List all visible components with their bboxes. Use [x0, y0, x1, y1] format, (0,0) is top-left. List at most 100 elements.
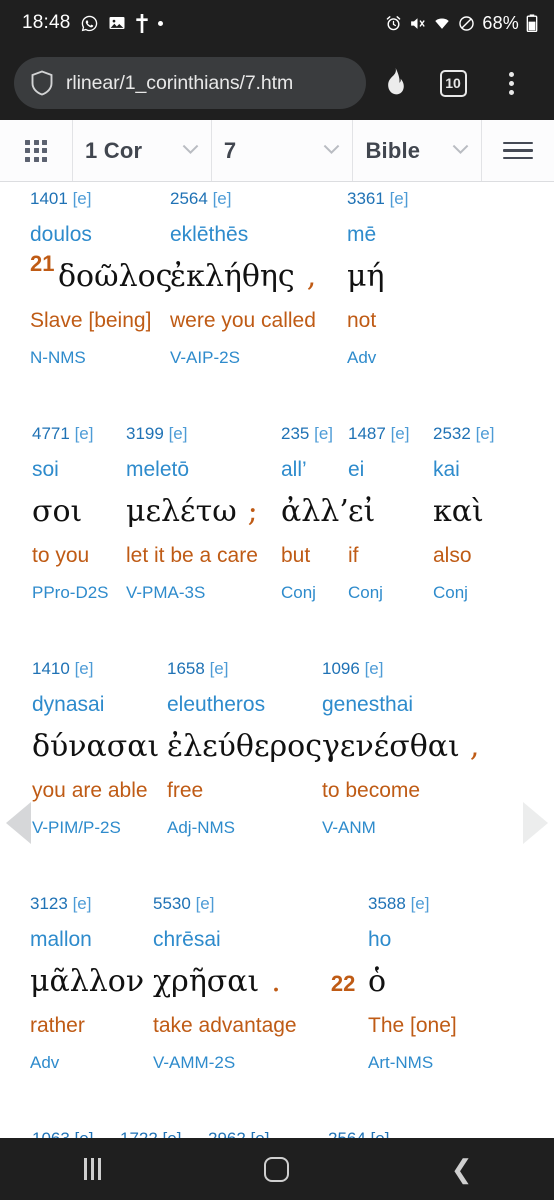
parsing-code[interactable]: N-NMS	[30, 341, 86, 375]
chevron-down-icon[interactable]	[323, 143, 340, 158]
greek-word[interactable]: μελέτω	[126, 488, 237, 536]
transliteration[interactable]: kai	[433, 451, 460, 488]
interlinear-word[interactable]: 3123 [e] mallon μᾶλλον rather Adv	[30, 887, 153, 1080]
next-chapter-arrow[interactable]	[523, 802, 548, 844]
greek-word[interactable]: μή	[347, 253, 384, 301]
strongs-number[interactable]: 235 [e]	[281, 417, 333, 451]
strongs-number[interactable]: 1401 [e]	[30, 182, 91, 216]
parsing-code[interactable]: V-PMA-3S	[126, 576, 205, 610]
parsing-code[interactable]: Art-NMS	[368, 1046, 433, 1080]
kebab-menu-icon[interactable]	[508, 71, 514, 95]
parsing-code[interactable]: Conj	[281, 576, 316, 610]
strongs-number[interactable]: 2564 [e]	[170, 182, 231, 216]
parsing-code[interactable]: V-PIM/P-2S	[32, 811, 121, 845]
chevron-down-icon[interactable]	[452, 143, 469, 158]
transliteration[interactable]: dynasai	[32, 686, 104, 723]
strongs-number[interactable]: 3199 [e]	[126, 417, 187, 451]
transliteration[interactable]: eleutheros	[167, 686, 265, 723]
back-icon[interactable]: ❮	[451, 1156, 473, 1182]
interlinear-word[interactable]: 1487 [e] ei εἰ if Conj	[348, 417, 433, 610]
wifi-icon	[433, 15, 451, 32]
parsing-code[interactable]: Adv	[347, 341, 376, 375]
interlinear-word[interactable]: 5530 [e] chrēsai χρῆσαι . 22 take advant…	[153, 887, 368, 1080]
back-button[interactable]: ❮	[407, 1138, 517, 1200]
book-selector[interactable]: 1 Cor	[73, 120, 212, 181]
transliteration[interactable]: ho	[368, 921, 391, 958]
strongs-number[interactable]: 3361 [e]	[347, 182, 408, 216]
greek-word[interactable]: ἀλλ’	[281, 488, 349, 536]
interlinear-content[interactable]: 1401 [e] doulos 21 δοῶλος Slave [being] …	[0, 182, 554, 1152]
url-bar[interactable]: rlinear/1_corinthians/7.htm	[14, 57, 366, 109]
strongs-number[interactable]: 3588 [e]	[368, 887, 429, 921]
shield-icon[interactable]	[30, 70, 54, 96]
interlinear-word[interactable]: 235 [e] all’ ἀλλ’ but Conj	[281, 417, 349, 610]
strongs-number[interactable]: 1658 [e]	[167, 652, 228, 686]
recents-button[interactable]	[37, 1138, 147, 1200]
strongs-number[interactable]: 5530 [e]	[153, 887, 214, 921]
strongs-number[interactable]: 1410 [e]	[32, 652, 93, 686]
hamburger-icon[interactable]	[503, 141, 533, 160]
interlinear-word[interactable]: 1658 [e] eleutheros ἐλεύθερος free Adj-N…	[167, 652, 322, 845]
interlinear-word[interactable]: 2564 [e] eklēthēs ἐκλήθης , were you cal…	[170, 182, 347, 375]
site-menu-button[interactable]	[482, 120, 554, 181]
greek-word[interactable]: σοι	[32, 488, 82, 536]
greek-word[interactable]: καὶ	[433, 488, 484, 536]
transliteration[interactable]: doulos	[30, 216, 92, 253]
home-icon[interactable]	[264, 1156, 290, 1182]
transliteration[interactable]: eklēthēs	[170, 216, 248, 253]
transliteration[interactable]: mallon	[30, 921, 92, 958]
url-text[interactable]: rlinear/1_corinthians/7.htm	[66, 72, 293, 95]
apps-grid-button[interactable]	[0, 120, 73, 181]
parsing-code[interactable]: Adv	[30, 1046, 59, 1080]
interlinear-word[interactable]: 4771 [e] soi σοι to you PPro-D2S	[32, 417, 126, 610]
parsing-code[interactable]: Conj	[433, 576, 468, 610]
parsing-code[interactable]: PPro-D2S	[32, 576, 109, 610]
flame-button[interactable]	[366, 54, 424, 112]
greek-word[interactable]: δοῶλος	[58, 253, 172, 301]
interlinear-word[interactable]: 1410 [e] dynasai δύνασαι you are able V-…	[32, 652, 167, 845]
greek-word[interactable]: χρῆσαι	[153, 958, 259, 1006]
interlinear-word[interactable]: 1096 [e] genesthai γενέσθαι , to become …	[322, 652, 482, 845]
transliteration[interactable]: soi	[32, 451, 59, 488]
greek-word[interactable]: ἐλεύθερος	[167, 723, 322, 771]
parsing-code[interactable]: V-AMM-2S	[153, 1046, 235, 1080]
prev-chapter-arrow[interactable]	[6, 802, 31, 844]
tab-count[interactable]: 10	[439, 69, 467, 97]
strongs-number[interactable]: 4771 [e]	[32, 417, 93, 451]
version-selector[interactable]: Bible	[353, 120, 482, 181]
interlinear-word[interactable]: 3361 [e] mē μή not Adv	[347, 182, 447, 375]
transliteration[interactable]: mē	[347, 216, 376, 253]
transliteration[interactable]: genesthai	[322, 686, 413, 723]
verse-number[interactable]: 22	[331, 973, 355, 995]
greek-word[interactable]: εἰ	[348, 488, 375, 536]
greek-word[interactable]: μᾶλλον	[30, 958, 144, 1006]
parsing-code[interactable]: V-AIP-2S	[170, 341, 240, 375]
parsing-code[interactable]: Conj	[348, 576, 383, 610]
strongs-number[interactable]: 3123 [e]	[30, 887, 91, 921]
recents-icon[interactable]	[83, 1158, 101, 1180]
transliteration[interactable]: chrēsai	[153, 921, 221, 958]
transliteration[interactable]: meletō	[126, 451, 189, 488]
interlinear-word[interactable]: 3588 [e] ho ὁ The [one] Art-NMS	[368, 887, 508, 1080]
transliteration[interactable]: all’	[281, 451, 307, 488]
greek-word[interactable]: ἐκλήθης	[170, 253, 295, 301]
strongs-number[interactable]: 1487 [e]	[348, 417, 409, 451]
interlinear-word[interactable]: 1401 [e] doulos 21 δοῶλος Slave [being] …	[30, 182, 172, 375]
apps-grid-icon[interactable]	[25, 139, 47, 162]
transliteration[interactable]: ei	[348, 451, 364, 488]
greek-word[interactable]: δύνασαι	[32, 723, 159, 771]
strongs-number[interactable]: 2532 [e]	[433, 417, 494, 451]
home-button[interactable]	[222, 1138, 332, 1200]
browser-menu-button[interactable]	[482, 54, 540, 112]
parsing-code[interactable]: Adj-NMS	[167, 811, 235, 845]
interlinear-word[interactable]: 3199 [e] meletō μελέτω ; let it be a car…	[126, 417, 281, 610]
greek-word[interactable]: ὁ	[368, 958, 386, 1006]
tab-switcher-button[interactable]: 10	[424, 54, 482, 112]
interlinear-word[interactable]: 2532 [e] kai καὶ also Conj	[433, 417, 518, 610]
verse-number[interactable]: 21	[30, 253, 54, 275]
chevron-down-icon[interactable]	[182, 143, 199, 158]
strongs-number[interactable]: 1096 [e]	[322, 652, 383, 686]
chapter-selector[interactable]: 7	[212, 120, 354, 181]
greek-word[interactable]: γενέσθαι	[322, 723, 460, 771]
parsing-code[interactable]: V-ANM	[322, 811, 376, 845]
